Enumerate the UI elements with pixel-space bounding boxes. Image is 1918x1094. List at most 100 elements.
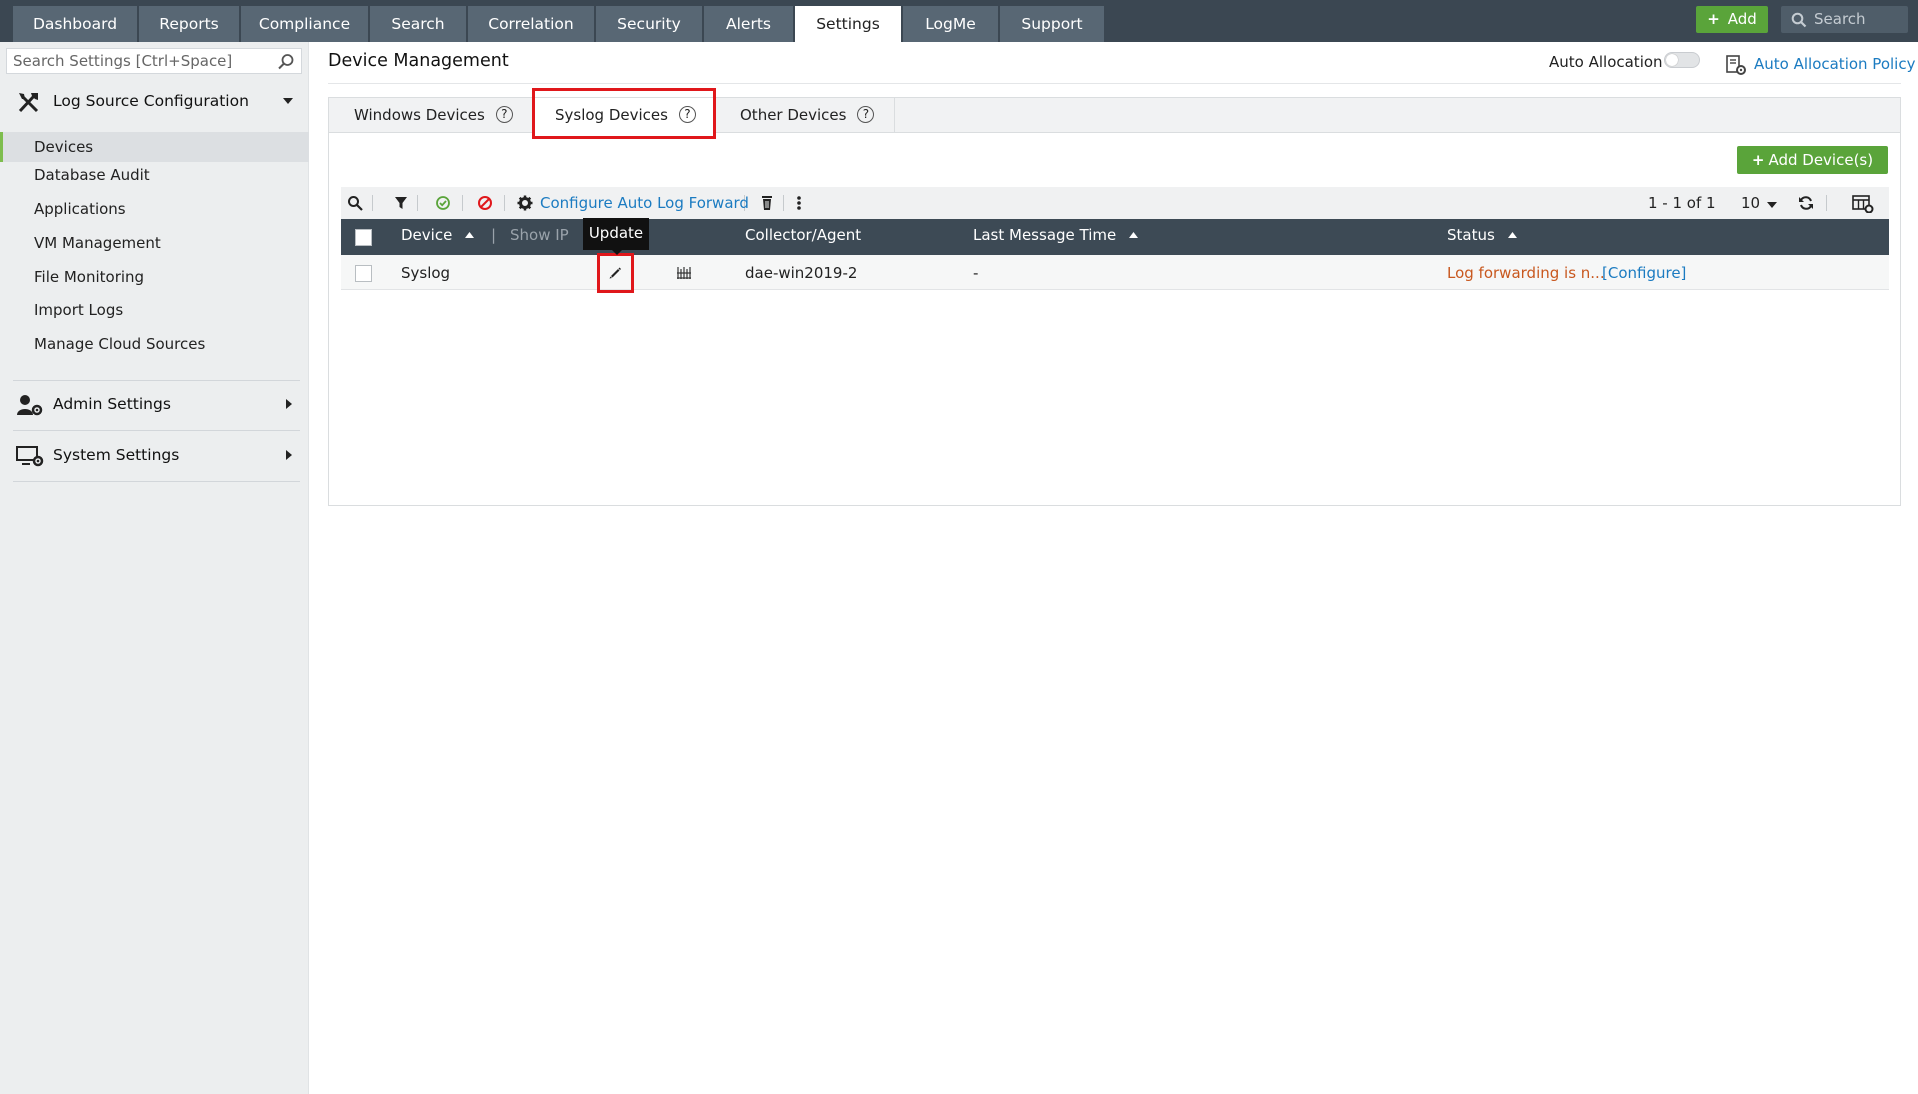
- nav-tab-security[interactable]: Security: [596, 6, 702, 42]
- add-devices-button[interactable]: + Add Device(s): [1737, 146, 1888, 174]
- configure-auto-log-forward-link[interactable]: Configure Auto Log Forward: [540, 194, 749, 212]
- toolbar-separator: [462, 195, 463, 211]
- tab-label: Other Devices: [740, 106, 847, 124]
- plus-icon: +: [1707, 10, 1720, 28]
- column-divider: |: [491, 226, 497, 244]
- help-icon[interactable]: ?: [495, 106, 513, 123]
- tools-icon: [18, 93, 39, 113]
- caret-right-icon: [286, 399, 292, 409]
- top-navigation-bar: Dashboard Reports Compliance Search Corr…: [0, 0, 1918, 42]
- sidebar-section-system-settings[interactable]: System Settings: [0, 436, 309, 476]
- status-cell: Log forwarding is n...: [1447, 264, 1605, 282]
- settings-sidebar: Search Settings [Ctrl+Space] Log Source …: [0, 42, 309, 1094]
- search-filter-icon[interactable]: [347, 195, 365, 211]
- sidebar-item-devices[interactable]: Devices: [0, 132, 309, 162]
- tab-windows-devices[interactable]: Windows Devices?: [354, 98, 513, 134]
- toolbar-separator: [1826, 195, 1827, 211]
- policy-settings-icon: [1726, 55, 1746, 75]
- plus-icon: +: [1751, 151, 1765, 169]
- sidebar-section-label: System Settings: [53, 446, 180, 464]
- sidebar-item-database-audit[interactable]: Database Audit: [0, 160, 309, 190]
- device-panel: [328, 97, 1901, 506]
- collector-agent-cell: dae-win2019-2: [745, 264, 858, 282]
- sort-asc-icon: [1507, 232, 1517, 238]
- column-settings-icon[interactable]: [1852, 195, 1874, 213]
- sidebar-item-import-logs[interactable]: Import Logs: [0, 295, 309, 325]
- sidebar-item-applications[interactable]: Applications: [0, 194, 309, 224]
- global-search-placeholder: Search: [1814, 10, 1866, 28]
- select-all-checkbox[interactable]: [355, 229, 372, 246]
- auto-allocation-policy-link[interactable]: Auto Allocation Policy: [1754, 55, 1915, 73]
- column-header-device[interactable]: Device: [401, 226, 475, 244]
- sidebar-section-label: Admin Settings: [53, 395, 171, 413]
- column-header-last-message-time[interactable]: Last Message Time: [973, 226, 1139, 244]
- header-divider: [328, 83, 1901, 84]
- nav-tab-correlation[interactable]: Correlation: [468, 6, 594, 42]
- toolbar-separator: [504, 195, 505, 211]
- update-tooltip: Update: [583, 218, 649, 255]
- device-name-cell: Syslog: [401, 264, 451, 282]
- column-label: Last Message Time: [973, 226, 1117, 244]
- toolbar-separator: [783, 195, 784, 211]
- add-devices-label: Add Device(s): [1768, 151, 1874, 169]
- column-label: Status: [1447, 226, 1495, 244]
- sidebar-divider: [13, 380, 300, 381]
- monitor-gear-icon: [16, 446, 44, 467]
- toolbar-separator: [372, 195, 373, 211]
- settings-search-input[interactable]: Search Settings [Ctrl+Space]: [6, 48, 302, 74]
- nav-tab-compliance[interactable]: Compliance: [241, 6, 368, 42]
- sidebar-section-log-source-configuration[interactable]: Log Source Configuration: [0, 82, 309, 122]
- sidebar-section-admin-settings[interactable]: Admin Settings: [0, 385, 309, 425]
- nav-tab-settings[interactable]: Settings: [795, 6, 901, 42]
- enable-check-icon[interactable]: [435, 195, 451, 211]
- column-header-status[interactable]: Status: [1447, 226, 1517, 244]
- show-ip-toggle[interactable]: Show IP: [510, 226, 569, 244]
- refresh-icon[interactable]: [1798, 195, 1814, 211]
- trash-icon[interactable]: [760, 195, 774, 211]
- caret-right-icon: [286, 450, 292, 460]
- gear-icon[interactable]: [517, 195, 533, 211]
- sidebar-item-vm-management[interactable]: VM Management: [0, 228, 309, 258]
- nav-tab-reports[interactable]: Reports: [139, 6, 239, 42]
- sidebar-section-label: Log Source Configuration: [53, 92, 249, 110]
- log-pattern-icon[interactable]: [676, 266, 692, 280]
- nav-tab-alerts[interactable]: Alerts: [704, 6, 793, 42]
- search-icon[interactable]: [277, 53, 295, 71]
- sidebar-item-manage-cloud-sources[interactable]: Manage Cloud Sources: [0, 329, 309, 359]
- tab-separator: [894, 98, 895, 133]
- rows-per-page-value: 10: [1741, 194, 1761, 212]
- pagination-info: 1 - 1 of 1: [1648, 194, 1716, 212]
- auto-allocation-toggle[interactable]: [1664, 52, 1700, 68]
- admin-user-gear-icon: [17, 395, 43, 416]
- tab-label: Windows Devices: [354, 106, 485, 124]
- nav-tab-dashboard[interactable]: Dashboard: [13, 6, 137, 42]
- highlight-box-syslog-tab: [532, 88, 716, 139]
- global-search-input[interactable]: Search: [1781, 6, 1908, 33]
- main-nav-tabs: Dashboard Reports Compliance Search Corr…: [13, 6, 1106, 42]
- sort-asc-icon: [465, 232, 475, 238]
- toolbar-separator: [417, 195, 418, 211]
- disable-icon[interactable]: [477, 195, 493, 211]
- sort-asc-icon: [1129, 232, 1139, 238]
- top-add-label: Add: [1727, 10, 1757, 28]
- row-checkbox[interactable]: [355, 265, 372, 282]
- filter-icon[interactable]: [394, 195, 408, 211]
- help-icon[interactable]: ?: [857, 106, 875, 123]
- nav-tab-support[interactable]: Support: [1000, 6, 1104, 42]
- more-options-icon[interactable]: [796, 195, 802, 211]
- column-header-collector-agent[interactable]: Collector/Agent: [745, 226, 861, 244]
- caret-down-icon: [283, 98, 293, 104]
- highlight-box-edit: [597, 253, 634, 293]
- column-label: Device: [401, 226, 453, 244]
- nav-tab-search[interactable]: Search: [370, 6, 466, 42]
- rows-per-page-select[interactable]: 10: [1741, 194, 1777, 212]
- page-title: Device Management: [328, 51, 509, 71]
- search-icon: [1791, 12, 1807, 28]
- top-add-button[interactable]: + Add: [1696, 6, 1768, 33]
- configure-status-link[interactable]: [Configure]: [1602, 264, 1686, 282]
- sidebar-divider: [13, 481, 300, 482]
- tab-other-devices[interactable]: Other Devices?: [740, 98, 875, 134]
- last-message-time-cell: -: [973, 264, 979, 282]
- sidebar-item-file-monitoring[interactable]: File Monitoring: [0, 262, 309, 292]
- nav-tab-logme[interactable]: LogMe: [903, 6, 998, 42]
